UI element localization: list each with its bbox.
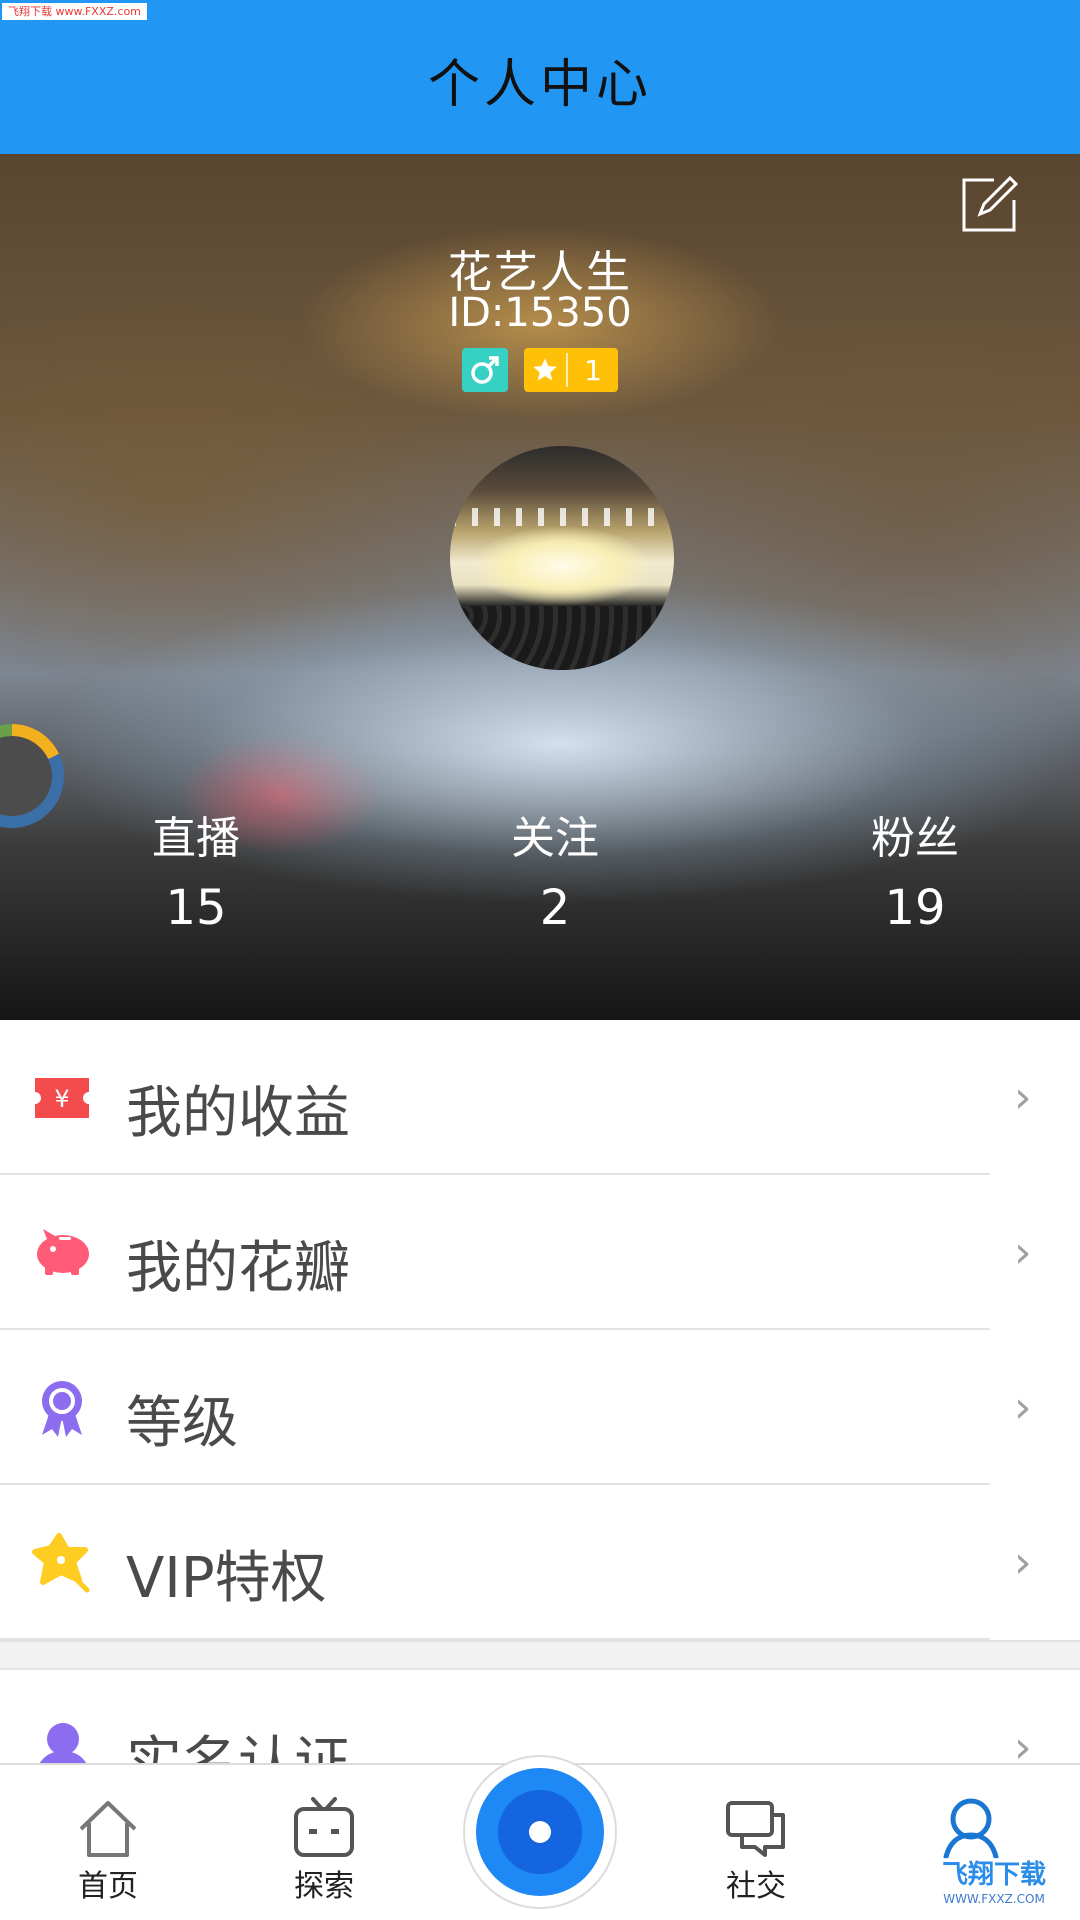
nav-explore[interactable]: 探索 bbox=[249, 1793, 399, 1905]
chevron-right-icon: › bbox=[1014, 1382, 1032, 1433]
male-icon bbox=[462, 348, 508, 392]
menu-list: ¥ 我的收益 › 我的花瓣 › 等级 › VIP特权 › › bbox=[0, 1020, 1080, 1825]
watermark-sub: WWW.FXXZ.COM bbox=[943, 1892, 1045, 1906]
stat-label: 关注 bbox=[511, 813, 599, 864]
chat-icon bbox=[681, 1793, 831, 1859]
edit-icon[interactable] bbox=[958, 174, 1020, 236]
tv-icon bbox=[249, 1793, 399, 1859]
chevron-right-icon: › bbox=[1014, 1227, 1032, 1278]
menu-item-level[interactable]: 等级 › bbox=[0, 1330, 1032, 1485]
menu-item-petals[interactable]: 我的花瓣 › bbox=[0, 1175, 1032, 1330]
menu-label: 等级 bbox=[126, 1391, 238, 1456]
site-logo-watermark: 飞翔下载 WWW.FXXZ.COM bbox=[916, 1858, 1072, 1912]
level-badge: 1 bbox=[524, 348, 618, 392]
avatar[interactable] bbox=[450, 446, 674, 670]
nav-label: 社交 bbox=[726, 1869, 786, 1904]
chevron-right-icon: › bbox=[1014, 1537, 1032, 1588]
stat-value: 19 bbox=[884, 880, 946, 936]
avatar-stage-lights bbox=[450, 508, 674, 526]
menu-item-earnings[interactable]: ¥ 我的收益 › bbox=[0, 1020, 1032, 1175]
star-flower-icon bbox=[30, 1531, 94, 1595]
badges: 1 bbox=[0, 348, 1080, 392]
floating-loader-icon[interactable] bbox=[0, 724, 64, 828]
piggy-bank-icon bbox=[30, 1221, 94, 1285]
top-bar: 飞翔下载 www.FXXZ.com 个人中心 bbox=[0, 0, 1080, 154]
nav-home[interactable]: 首页 bbox=[33, 1793, 183, 1905]
stat-value: 2 bbox=[539, 880, 571, 936]
stat-following[interactable]: 关注 2 bbox=[455, 802, 655, 936]
home-icon bbox=[33, 1793, 183, 1859]
stat-label: 直播 bbox=[152, 813, 240, 864]
medal-icon bbox=[30, 1376, 94, 1440]
menu-divider bbox=[0, 1640, 1080, 1670]
menu-label: VIP特权 bbox=[126, 1546, 327, 1611]
nav-label: 首页 bbox=[78, 1869, 138, 1904]
page-title: 个人中心 bbox=[427, 55, 652, 115]
profile-icon bbox=[896, 1793, 1046, 1859]
svg-text:¥: ¥ bbox=[54, 1085, 69, 1113]
profile-header: 花艺人生 ID:15350 1 直播 15 关注 2 粉丝 19 bbox=[0, 154, 1080, 1020]
level-number: 1 bbox=[584, 353, 602, 387]
site-watermark: 飞翔下载 www.FXXZ.com bbox=[2, 3, 147, 20]
menu-label: 我的花瓣 bbox=[126, 1236, 350, 1301]
stat-fans[interactable]: 粉丝 19 bbox=[815, 802, 1015, 936]
live-button-dot bbox=[529, 1821, 551, 1843]
chevron-right-icon: › bbox=[1014, 1072, 1032, 1123]
stat-live[interactable]: 直播 15 bbox=[96, 802, 296, 936]
live-button-outer bbox=[476, 1768, 604, 1896]
live-button-inner bbox=[498, 1790, 582, 1874]
stat-label: 粉丝 bbox=[871, 813, 959, 864]
user-id: ID:15350 bbox=[448, 290, 632, 336]
star-icon bbox=[524, 353, 568, 387]
stat-value: 15 bbox=[165, 880, 227, 936]
live-record-icon[interactable] bbox=[463, 1755, 617, 1909]
menu-label: 我的收益 bbox=[126, 1081, 350, 1146]
avatar-crowd bbox=[450, 606, 674, 670]
nav-label: 探索 bbox=[294, 1869, 354, 1904]
yen-ticket-icon: ¥ bbox=[30, 1066, 94, 1130]
menu-item-vip[interactable]: VIP特权 › bbox=[0, 1485, 1032, 1640]
nav-profile[interactable] bbox=[896, 1793, 1046, 1861]
nav-social[interactable]: 社交 bbox=[681, 1793, 831, 1905]
watermark-main: 飞翔下载 bbox=[941, 1860, 1046, 1890]
